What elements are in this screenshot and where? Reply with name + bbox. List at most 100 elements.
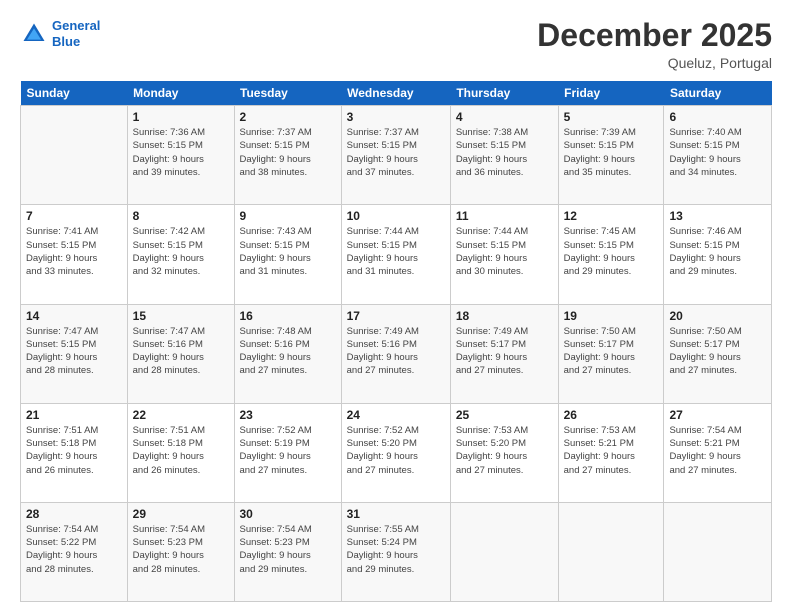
title-block: December 2025 Queluz, Portugal (537, 18, 772, 71)
logo: General Blue (20, 18, 100, 49)
calendar-cell: 22 Sunrise: 7:51 AMSunset: 5:18 PMDayligh… (127, 403, 234, 502)
day-number: 7 (26, 209, 122, 223)
day-number: 3 (347, 110, 445, 124)
day-number: 19 (564, 309, 659, 323)
calendar-cell: 5 Sunrise: 7:39 AMSunset: 5:15 PMDaylight… (558, 106, 664, 205)
day-info: Sunrise: 7:54 AMSunset: 5:23 PMDaylight:… (133, 523, 229, 576)
calendar-cell: 4 Sunrise: 7:38 AMSunset: 5:15 PMDaylight… (450, 106, 558, 205)
day-info: Sunrise: 7:52 AMSunset: 5:19 PMDaylight:… (240, 424, 336, 477)
calendar-cell: 30Sunrise: 7:54 AMSunset: 5:23 PMDayligh… (234, 502, 341, 601)
logo-text: General Blue (52, 18, 100, 49)
calendar-cell: 27Sunrise: 7:54 AMSunset: 5:21 PMDayligh… (664, 403, 772, 502)
calendar-cell: 7 Sunrise: 7:41 AMSunset: 5:15 PMDaylight… (21, 205, 128, 304)
day-info: Sunrise: 7:49 AMSunset: 5:16 PMDaylight:… (347, 325, 445, 378)
day-info: Sunrise: 7:36 AMSunset: 5:15 PMDaylight:… (133, 126, 229, 179)
calendar-week-1: 7 Sunrise: 7:41 AMSunset: 5:15 PMDaylight… (21, 205, 772, 304)
calendar-cell (450, 502, 558, 601)
day-number: 14 (26, 309, 122, 323)
day-number: 12 (564, 209, 659, 223)
day-number: 28 (26, 507, 122, 521)
col-saturday: Saturday (664, 81, 772, 106)
day-number: 27 (669, 408, 766, 422)
day-info: Sunrise: 7:53 AMSunset: 5:20 PMDaylight:… (456, 424, 553, 477)
day-info: Sunrise: 7:46 AMSunset: 5:15 PMDaylight:… (669, 225, 766, 278)
calendar-cell: 1 Sunrise: 7:36 AMSunset: 5:15 PMDaylight… (127, 106, 234, 205)
day-info: Sunrise: 7:55 AMSunset: 5:24 PMDaylight:… (347, 523, 445, 576)
day-info: Sunrise: 7:38 AMSunset: 5:15 PMDaylight:… (456, 126, 553, 179)
col-monday: Monday (127, 81, 234, 106)
col-friday: Friday (558, 81, 664, 106)
calendar-cell: 21 Sunrise: 7:51 AMSunset: 5:18 PMDayligh… (21, 403, 128, 502)
col-thursday: Thursday (450, 81, 558, 106)
calendar-cell: 11Sunrise: 7:44 AMSunset: 5:15 PMDayligh… (450, 205, 558, 304)
day-info: Sunrise: 7:47 AMSunset: 5:15 PMDaylight:… (26, 325, 122, 378)
day-info: Sunrise: 7:43 AMSunset: 5:15 PMDaylight:… (240, 225, 336, 278)
calendar-cell: 8Sunrise: 7:42 AMSunset: 5:15 PMDaylight… (127, 205, 234, 304)
day-info: Sunrise: 7:50 AMSunset: 5:17 PMDaylight:… (564, 325, 659, 378)
calendar-cell: 3 Sunrise: 7:37 AMSunset: 5:15 PMDaylight… (341, 106, 450, 205)
calendar-cell: 20 Sunrise: 7:50 AMSunset: 5:17 PMDayligh… (664, 304, 772, 403)
calendar-cell: 12 Sunrise: 7:45 AMSunset: 5:15 PMDayligh… (558, 205, 664, 304)
calendar-cell: 29Sunrise: 7:54 AMSunset: 5:23 PMDayligh… (127, 502, 234, 601)
day-info: Sunrise: 7:44 AMSunset: 5:15 PMDaylight:… (347, 225, 445, 278)
calendar-cell: 13 Sunrise: 7:46 AMSunset: 5:15 PMDayligh… (664, 205, 772, 304)
day-number: 10 (347, 209, 445, 223)
day-info: Sunrise: 7:40 AMSunset: 5:15 PMDaylight:… (669, 126, 766, 179)
day-number: 31 (347, 507, 445, 521)
calendar-cell: 2Sunrise: 7:37 AMSunset: 5:15 PMDaylight… (234, 106, 341, 205)
day-number: 18 (456, 309, 553, 323)
day-info: Sunrise: 7:37 AMSunset: 5:15 PMDaylight:… (347, 126, 445, 179)
day-info: Sunrise: 7:54 AMSunset: 5:23 PMDaylight:… (240, 523, 336, 576)
month-title: December 2025 (537, 18, 772, 53)
calendar-header-row: Sunday Monday Tuesday Wednesday Thursday… (21, 81, 772, 106)
day-info: Sunrise: 7:37 AMSunset: 5:15 PMDaylight:… (240, 126, 336, 179)
calendar-cell: 14 Sunrise: 7:47 AMSunset: 5:15 PMDayligh… (21, 304, 128, 403)
logo-line2: Blue (52, 34, 80, 49)
page: General Blue December 2025 Queluz, Portu… (0, 0, 792, 612)
day-info: Sunrise: 7:51 AMSunset: 5:18 PMDaylight:… (26, 424, 122, 477)
calendar-cell: 16Sunrise: 7:48 AMSunset: 5:16 PMDayligh… (234, 304, 341, 403)
calendar-cell: 26 Sunrise: 7:53 AMSunset: 5:21 PMDayligh… (558, 403, 664, 502)
calendar-week-2: 14 Sunrise: 7:47 AMSunset: 5:15 PMDayligh… (21, 304, 772, 403)
day-number: 9 (240, 209, 336, 223)
day-number: 24 (347, 408, 445, 422)
day-number: 13 (669, 209, 766, 223)
day-number: 25 (456, 408, 553, 422)
col-wednesday: Wednesday (341, 81, 450, 106)
day-info: Sunrise: 7:39 AMSunset: 5:15 PMDaylight:… (564, 126, 659, 179)
calendar-week-4: 28 Sunrise: 7:54 AMSunset: 5:22 PMDayligh… (21, 502, 772, 601)
day-number: 22 (133, 408, 229, 422)
day-info: Sunrise: 7:45 AMSunset: 5:15 PMDaylight:… (564, 225, 659, 278)
day-number: 20 (669, 309, 766, 323)
day-number: 15 (133, 309, 229, 323)
day-number: 21 (26, 408, 122, 422)
day-number: 16 (240, 309, 336, 323)
calendar-table: Sunday Monday Tuesday Wednesday Thursday… (20, 81, 772, 602)
calendar-cell: 17Sunrise: 7:49 AMSunset: 5:16 PMDayligh… (341, 304, 450, 403)
day-number: 5 (564, 110, 659, 124)
day-info: Sunrise: 7:47 AMSunset: 5:16 PMDaylight:… (133, 325, 229, 378)
calendar-cell: 15 Sunrise: 7:47 AMSunset: 5:16 PMDayligh… (127, 304, 234, 403)
calendar-week-3: 21 Sunrise: 7:51 AMSunset: 5:18 PMDayligh… (21, 403, 772, 502)
day-number: 4 (456, 110, 553, 124)
col-tuesday: Tuesday (234, 81, 341, 106)
day-info: Sunrise: 7:53 AMSunset: 5:21 PMDaylight:… (564, 424, 659, 477)
calendar-cell: 9 Sunrise: 7:43 AMSunset: 5:15 PMDaylight… (234, 205, 341, 304)
day-info: Sunrise: 7:51 AMSunset: 5:18 PMDaylight:… (133, 424, 229, 477)
day-number: 6 (669, 110, 766, 124)
col-sunday: Sunday (21, 81, 128, 106)
calendar-cell: 10 Sunrise: 7:44 AMSunset: 5:15 PMDayligh… (341, 205, 450, 304)
day-number: 11 (456, 209, 553, 223)
day-info: Sunrise: 7:49 AMSunset: 5:17 PMDaylight:… (456, 325, 553, 378)
calendar-cell (664, 502, 772, 601)
logo-line1: General (52, 18, 100, 33)
day-info: Sunrise: 7:42 AMSunset: 5:15 PMDaylight:… (133, 225, 229, 278)
calendar-cell (558, 502, 664, 601)
calendar-cell: 6 Sunrise: 7:40 AMSunset: 5:15 PMDaylight… (664, 106, 772, 205)
day-number: 1 (133, 110, 229, 124)
day-info: Sunrise: 7:41 AMSunset: 5:15 PMDaylight:… (26, 225, 122, 278)
calendar-cell: 18 Sunrise: 7:49 AMSunset: 5:17 PMDayligh… (450, 304, 558, 403)
day-info: Sunrise: 7:50 AMSunset: 5:17 PMDaylight:… (669, 325, 766, 378)
day-number: 26 (564, 408, 659, 422)
day-info: Sunrise: 7:54 AMSunset: 5:22 PMDaylight:… (26, 523, 122, 576)
